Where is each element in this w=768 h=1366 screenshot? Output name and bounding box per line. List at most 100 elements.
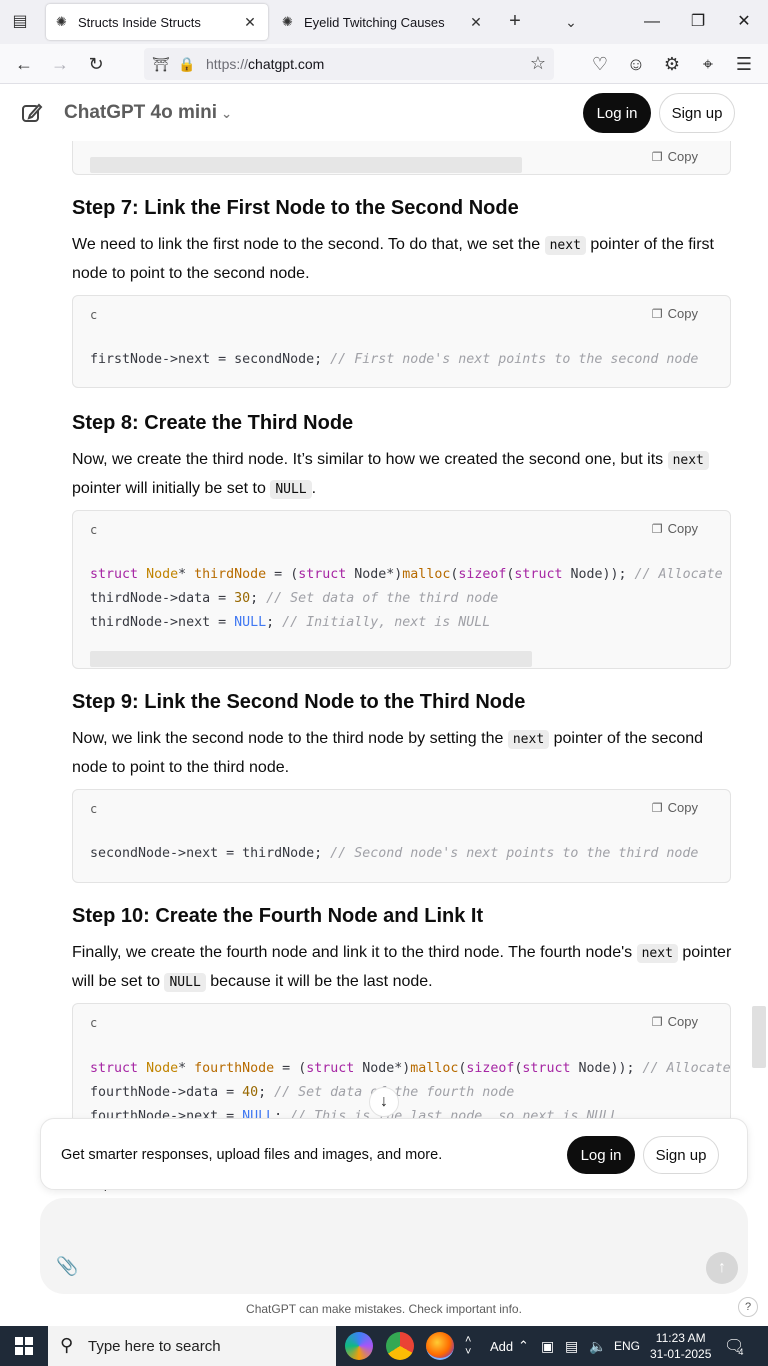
- horizontal-scrollbar[interactable]: [90, 651, 532, 667]
- scroll-down-icon[interactable]: ↓: [369, 1087, 399, 1117]
- login-button[interactable]: Log in: [583, 93, 651, 133]
- step7-heading: Step 7: Link the First Node to the Secon…: [72, 197, 519, 219]
- tab-structs-inside-structs[interactable]: ✺ Structs Inside Structs ✕: [46, 4, 268, 40]
- inline-code: next: [544, 236, 586, 255]
- copy-label: Copy: [667, 149, 698, 164]
- tab-eyelid-twitching[interactable]: ✺ Eyelid Twitching Causes ✕: [272, 4, 494, 40]
- extensions-icon[interactable]: ⚙: [660, 52, 684, 76]
- step7-paragraph: We need to link the first node to the se…: [72, 231, 732, 288]
- banner-signup-button[interactable]: Sign up: [643, 1136, 719, 1174]
- notifications-icon[interactable]: 🗨 4: [724, 1326, 744, 1366]
- tray-add[interactable]: Add: [490, 1326, 513, 1366]
- language-indicator[interactable]: ENG: [614, 1326, 640, 1366]
- signup-banner: Get smarter responses, upload files and …: [40, 1118, 748, 1190]
- url-scheme: https://: [206, 56, 249, 72]
- text: Now, we create the third node. It’s simi…: [72, 451, 668, 468]
- bookmark-star-icon[interactable]: ☆: [530, 53, 546, 74]
- signup-button[interactable]: Sign up: [659, 93, 735, 133]
- chat-header: ChatGPT 4o mini ⌄ Log in Sign up: [0, 85, 768, 141]
- copy-button[interactable]: ❐ Copy: [652, 1014, 698, 1029]
- clock-time: 11:23 AM: [655, 1331, 706, 1345]
- url-bar[interactable]: ⛩ 🔒 https://chatgpt.com ☆: [144, 48, 554, 80]
- step10-heading: Step 10: Create the Fourth Node and Link…: [72, 905, 484, 927]
- banner-login-button[interactable]: Log in: [567, 1136, 635, 1174]
- banner-message: Get smarter responses, upload files and …: [61, 1147, 443, 1163]
- close-tab-icon[interactable]: ✕: [242, 14, 258, 31]
- pocket-icon[interactable]: ♡: [588, 52, 612, 76]
- windows-start-icon[interactable]: [0, 1326, 48, 1366]
- horizontal-scrollbar[interactable]: [90, 157, 522, 173]
- close-tab-icon[interactable]: ✕: [468, 14, 484, 31]
- code-line: secondNode->next = thirdNode;: [90, 846, 331, 861]
- menu-icon[interactable]: ☰: [732, 52, 756, 76]
- chevron-up-icon[interactable]: ⌃: [518, 1326, 529, 1366]
- send-arrow-icon[interactable]: ↑: [706, 1252, 738, 1284]
- code-language: c: [90, 308, 98, 322]
- code-block-step10: c ❐ Copy struct Node* fourthNode = (struc…: [72, 1003, 731, 1118]
- restore-icon[interactable]: ❐: [684, 8, 712, 36]
- tab-title: Structs Inside Structs: [78, 14, 201, 30]
- new-chat-icon[interactable]: [20, 101, 44, 125]
- copy-icon: ❐: [651, 521, 663, 536]
- copy-icon: ❐: [651, 149, 663, 164]
- message-composer[interactable]: 📎 ↑: [40, 1198, 748, 1294]
- copy-icon: ❐: [651, 306, 663, 321]
- text: Finally, we create the fourth node and l…: [72, 944, 637, 961]
- disclaimer-text: ChatGPT can make mistakes. Check importa…: [246, 1302, 522, 1316]
- volume-icon[interactable]: 🔈: [589, 1326, 606, 1366]
- network-icon[interactable]: ▤: [565, 1326, 578, 1366]
- crop-icon[interactable]: ⌖: [696, 52, 720, 76]
- code-content: struct Node* fourthNode = (struct Node*)…: [90, 1061, 731, 1118]
- code-language: c: [90, 1016, 98, 1030]
- code-block-step7: c ❐ Copy firstNode->next = secondNode; //…: [72, 295, 731, 388]
- chatgpt-favicon-icon: ✺: [282, 14, 293, 29]
- help-icon[interactable]: ?: [738, 1297, 758, 1317]
- search-icon: ⚲: [60, 1335, 74, 1355]
- new-tab-icon[interactable]: +: [504, 10, 526, 34]
- shield-icon[interactable]: ⛩: [152, 54, 172, 74]
- code-language: c: [90, 523, 98, 537]
- step9-heading: Step 9: Link the Second Node to the Thir…: [72, 691, 526, 713]
- paperclip-icon[interactable]: 📎: [56, 1256, 78, 1277]
- account-icon[interactable]: ☺: [624, 52, 648, 76]
- model-selector[interactable]: ChatGPT 4o mini ⌄: [64, 102, 232, 124]
- copy-button[interactable]: ❐ Copy: [652, 800, 698, 815]
- clock[interactable]: 11:23 AM 31-01-2025: [650, 1326, 711, 1366]
- text: because it will be the last node.: [205, 973, 433, 990]
- model-name: ChatGPT 4o mini: [64, 102, 218, 123]
- text: Now, we link the second node to the thir…: [72, 730, 508, 747]
- copy-button[interactable]: ❐ Copy: [652, 149, 698, 164]
- copy-button[interactable]: ❐ Copy: [652, 521, 698, 536]
- copy-button[interactable]: ❐ Copy: [652, 306, 698, 321]
- text: pointer will initially be set to: [72, 480, 271, 497]
- inline-code: next: [507, 730, 550, 749]
- firefox-icon[interactable]: [426, 1332, 454, 1360]
- taskbar-search[interactable]: ⚲ Type here to search: [48, 1326, 336, 1366]
- tab-list-icon[interactable]: ▤: [8, 10, 32, 34]
- browser-nav-bar: ← → ↻ ⛩ 🔒 https://chatgpt.com ☆ ♡ ☺ ⚙ ⌖ …: [0, 44, 768, 84]
- text: We need to link the first node to the se…: [72, 236, 545, 253]
- copy-icon: ❐: [651, 1014, 663, 1029]
- search-placeholder: Type here to search: [88, 1338, 221, 1355]
- back-icon[interactable]: ←: [12, 52, 36, 76]
- code-content: firstNode->next = secondNode; // First n…: [90, 348, 698, 372]
- lock-icon[interactable]: 🔒: [178, 54, 198, 74]
- copilot-icon[interactable]: [345, 1332, 373, 1360]
- reload-icon[interactable]: ↻: [84, 52, 108, 76]
- notification-count: 4: [738, 1347, 744, 1357]
- url-text[interactable]: https://chatgpt.com: [206, 56, 324, 72]
- minimize-icon[interactable]: —: [638, 8, 666, 36]
- windows-logo-icon: [15, 1337, 33, 1355]
- chatgpt-favicon-icon: ✺: [56, 14, 67, 29]
- copy-icon: ❐: [651, 800, 663, 815]
- clock-date: 31-01-2025: [650, 1347, 712, 1361]
- meet-icon[interactable]: ▣: [541, 1326, 554, 1366]
- tray-overflow-icon[interactable]: ˄ ˅: [465, 1326, 471, 1366]
- chevron-down-icon[interactable]: ⌄: [560, 10, 582, 34]
- step9-paragraph: Now, we link the second node to the thir…: [72, 725, 732, 782]
- close-window-icon[interactable]: ✕: [730, 8, 758, 36]
- page-scrollbar-thumb[interactable]: [752, 1006, 766, 1068]
- forward-icon[interactable]: →: [48, 52, 72, 76]
- inline-code: NULL: [164, 973, 206, 992]
- chrome-icon[interactable]: [386, 1332, 414, 1360]
